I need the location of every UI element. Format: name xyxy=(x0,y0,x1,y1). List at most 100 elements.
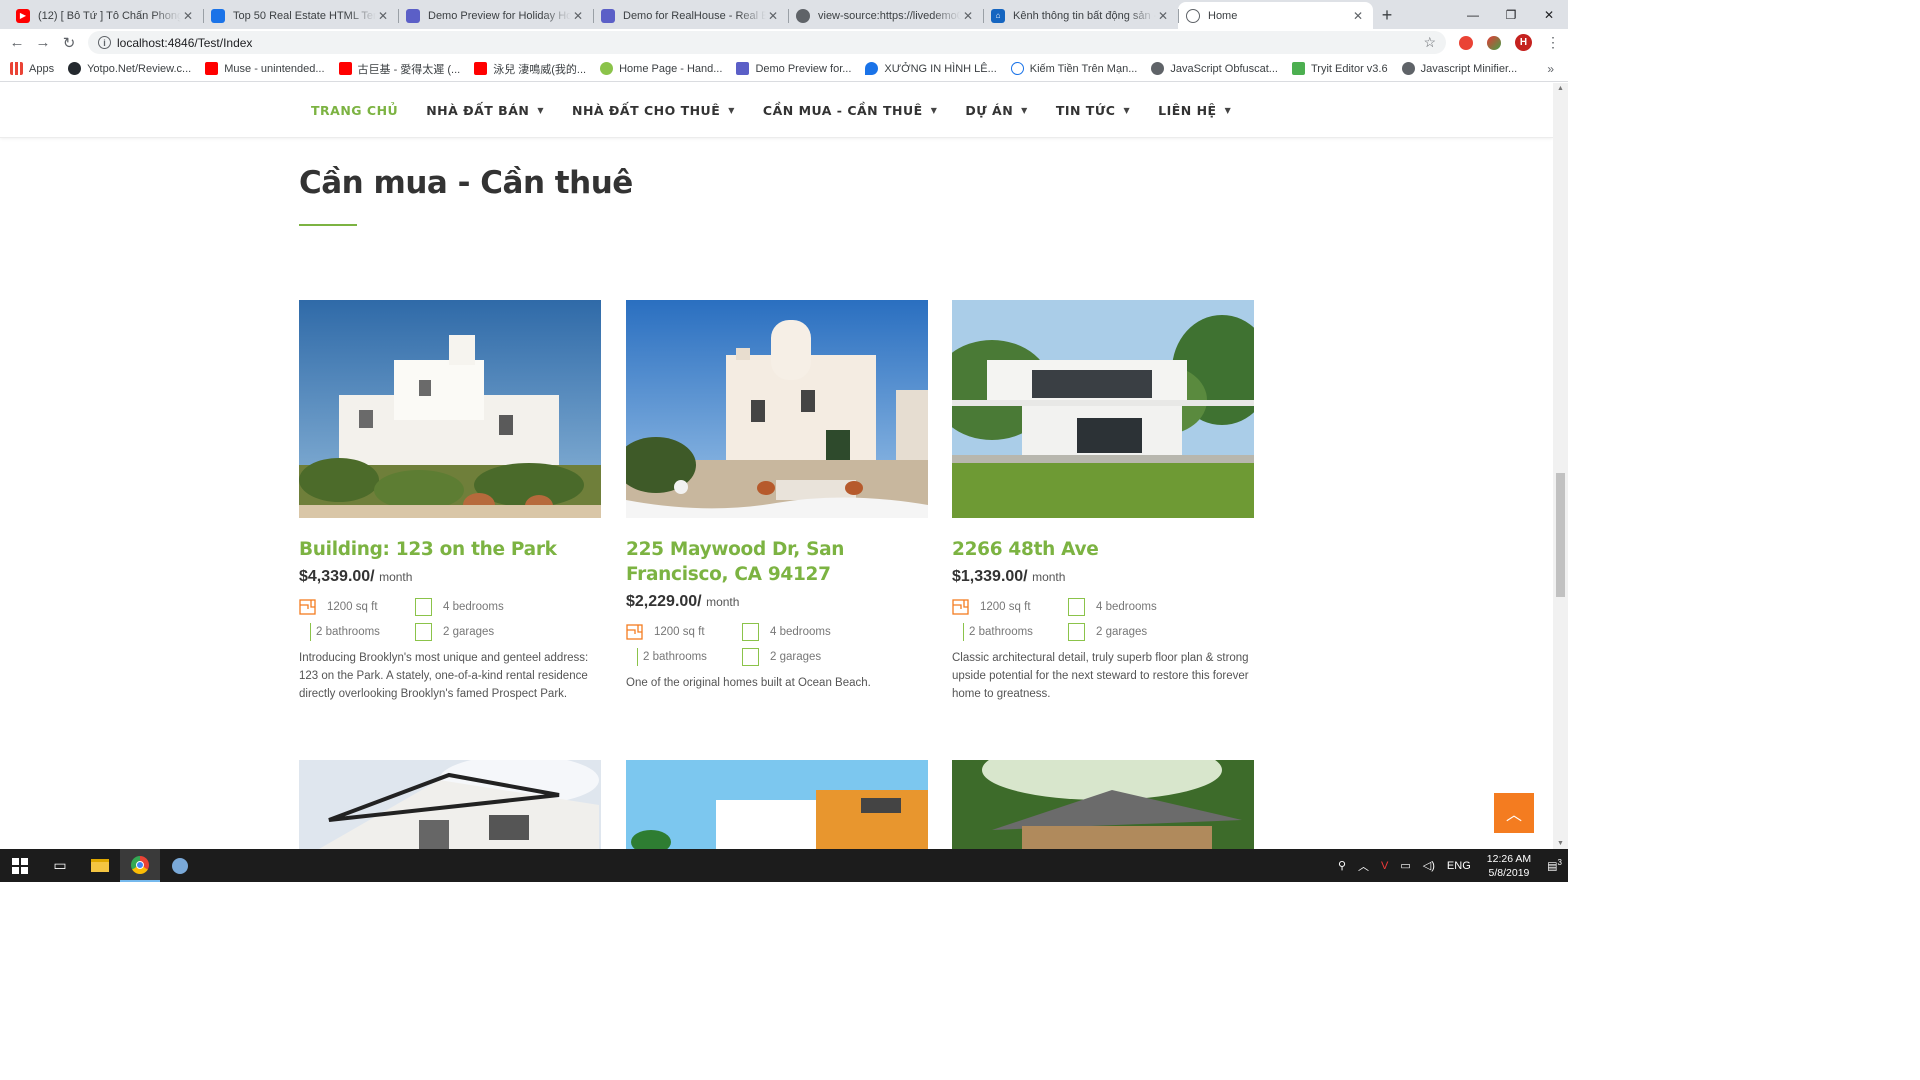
bookmark-item[interactable]: JavaScript Obfuscat... xyxy=(1151,62,1278,75)
clock-date: 5/8/2019 xyxy=(1488,866,1530,879)
chevron-down-icon: ▼ xyxy=(728,105,735,115)
scroll-down-arrow-icon[interactable]: ▼ xyxy=(1553,840,1568,847)
forward-icon[interactable]: → xyxy=(30,34,56,51)
browser-tab[interactable]: view-source:https://livedemo00.t ✕ xyxy=(788,2,983,29)
bookmark-item[interactable]: 泳兒 淒鳴威(我的... xyxy=(474,61,586,77)
feature-label: 2 garages xyxy=(1096,625,1148,638)
chevron-up-icon[interactable]: ︿ xyxy=(1358,858,1369,874)
url-text[interactable]: localhost:4846/Test/Index xyxy=(117,36,252,50)
file-explorer-icon[interactable] xyxy=(80,849,120,882)
new-tab-button[interactable]: + xyxy=(1373,2,1401,29)
bookmark-item[interactable]: Kiếm Tiền Trên Mạn... xyxy=(1010,62,1137,75)
bookmark-item[interactable]: 古巨基 - 愛得太遲 (... xyxy=(338,61,460,77)
browser-tab[interactable]: Top 50 Real Estate HTML Templat ✕ xyxy=(203,2,398,29)
bookmark-item[interactable]: Muse - unintended... xyxy=(205,62,325,75)
address-bar[interactable]: i localhost:4846/Test/Index ☆ xyxy=(88,31,1446,54)
globe-icon xyxy=(796,8,810,23)
globe-icon xyxy=(1401,62,1415,75)
bookmark-item[interactable]: Demo Preview for... xyxy=(736,62,851,75)
clock[interactable]: 12:26 AM 5/8/2019 xyxy=(1487,852,1531,880)
nav-label: TIN TỨC xyxy=(1055,102,1116,118)
star-icon[interactable]: ☆ xyxy=(1423,34,1436,51)
vivaldi-icon[interactable]: V xyxy=(1381,860,1388,872)
browser-tab[interactable]: ⌂ Kênh thông tin bất động sản - M ✕ xyxy=(983,2,1178,29)
close-icon[interactable]: ✕ xyxy=(1156,9,1170,23)
listing-photo[interactable] xyxy=(626,760,928,849)
nav-item-for-sale[interactable]: NHÀ ĐẤT BÁN ▼ xyxy=(426,103,544,118)
browser-tab[interactable]: Demo Preview for Holiday Home ✕ xyxy=(398,2,593,29)
listing-photo[interactable] xyxy=(626,300,928,518)
close-icon[interactable]: ✕ xyxy=(571,9,585,23)
listing-title[interactable]: 225 Maywood Dr, San Francisco, CA 94127 xyxy=(626,537,928,587)
listing-photo[interactable] xyxy=(952,300,1254,518)
extension-icon[interactable] xyxy=(1487,35,1501,50)
nav-item-home[interactable]: TRANG CHỦ xyxy=(311,103,398,118)
chrome-icon[interactable] xyxy=(120,849,160,882)
volume-icon[interactable]: ◁) xyxy=(1423,859,1435,872)
listing-title[interactable]: 2266 48th Ave xyxy=(952,537,1254,562)
close-icon[interactable]: ✕ xyxy=(961,9,975,23)
close-icon[interactable]: ✕ xyxy=(1351,9,1365,23)
bookmark-label: XƯỞNG IN HÌNH LÊ... xyxy=(884,62,997,75)
scroll-to-top-button[interactable]: ︿ xyxy=(1494,793,1534,833)
nav-item-wanted[interactable]: CẦN MUA - CẦN THUÊ ▼ xyxy=(763,103,937,118)
notification-icon[interactable]: ▤3 xyxy=(1547,858,1562,873)
close-icon[interactable]: ✕ xyxy=(766,9,780,23)
menu-icon[interactable]: ⋮ xyxy=(1546,34,1560,51)
minimize-icon[interactable]: — xyxy=(1454,0,1492,29)
nav-item-for-rent[interactable]: NHÀ ĐẤT CHO THUÊ ▼ xyxy=(572,103,735,118)
listing-photo[interactable] xyxy=(299,760,601,849)
start-button[interactable] xyxy=(0,849,40,882)
task-view-icon[interactable]: ▭ xyxy=(40,849,80,882)
browser-toolbar: ← → ↻ i localhost:4846/Test/Index ☆ H ⋮ xyxy=(0,29,1568,56)
language-indicator[interactable]: ENG xyxy=(1447,860,1471,872)
bookmark-item[interactable]: Apps xyxy=(10,62,54,75)
nav-label: NHÀ ĐẤT BÁN xyxy=(426,102,530,118)
nav-item-news[interactable]: TIN TỨC ▼ xyxy=(1056,103,1130,118)
scroll-up-arrow-icon[interactable]: ▲ xyxy=(1553,85,1568,92)
bookmark-item[interactable]: Tryit Editor v3.6 xyxy=(1291,62,1388,75)
restore-icon[interactable]: ❐ xyxy=(1492,0,1530,29)
close-icon[interactable]: ✕ xyxy=(376,9,390,23)
browser-tab[interactable]: Demo for RealHouse - Real Estat ✕ xyxy=(593,2,788,29)
close-window-icon[interactable]: ✕ xyxy=(1530,0,1568,29)
feature-garages: 2 garages xyxy=(1068,622,1198,641)
info-icon[interactable]: i xyxy=(98,36,111,49)
bookmark-label: Javascript Minifier... xyxy=(1420,62,1518,75)
template-icon xyxy=(211,8,225,23)
nav-item-contact[interactable]: LIÊN HỆ ▼ xyxy=(1158,103,1231,118)
bookmark-item[interactable]: XƯỞNG IN HÌNH LÊ... xyxy=(865,62,997,75)
more-bookmarks-icon[interactable]: » xyxy=(1547,62,1554,76)
page-scrollbar[interactable]: ▲ ▼ xyxy=(1553,83,1568,849)
network-icon[interactable]: ▭ xyxy=(1400,859,1410,872)
bookmark-item[interactable]: Yotpo.Net/Review.c... xyxy=(68,62,191,75)
listing-photo[interactable] xyxy=(952,760,1254,849)
close-icon[interactable]: ✕ xyxy=(181,9,195,23)
listing-description: Classic architectural detail, truly supe… xyxy=(952,652,1249,700)
avatar[interactable]: H xyxy=(1515,34,1532,51)
garage-icon xyxy=(415,622,432,641)
title-underline xyxy=(299,224,357,226)
listing-price: $1,339.00/ month xyxy=(952,568,1254,586)
people-icon[interactable]: ⚲ xyxy=(1338,859,1346,872)
reload-icon[interactable]: ↻ xyxy=(56,34,82,52)
youtube-icon: ▶ xyxy=(16,8,30,23)
feature-bathrooms: 2 bathrooms xyxy=(299,622,415,641)
listing-title[interactable]: Building: 123 on the Park xyxy=(299,537,601,562)
nav-item-projects[interactable]: DỰ ÁN ▼ xyxy=(965,103,1027,118)
chevron-down-icon: ▼ xyxy=(537,105,544,115)
browser-tab-active[interactable]: Home ✕ xyxy=(1178,2,1373,29)
feature-bedrooms: 4 bedrooms xyxy=(742,622,872,641)
scrollbar-thumb[interactable] xyxy=(1556,473,1565,597)
back-icon[interactable]: ← xyxy=(4,34,30,51)
listing-photo[interactable] xyxy=(299,300,601,518)
app-icon[interactable] xyxy=(160,849,200,882)
listing-description: Introducing Brooklyn's most unique and g… xyxy=(299,652,589,700)
browser-tab[interactable]: ▶ (12) [ Bô Tứ ] Tô Chấn Phong | Jin ✕ xyxy=(8,2,203,29)
floorplan-icon xyxy=(952,598,969,615)
bookmark-item[interactable]: Javascript Minifier... xyxy=(1401,62,1518,75)
bookmark-item[interactable]: Home Page - Hand... xyxy=(600,62,722,75)
extension-icon[interactable] xyxy=(1459,35,1473,50)
feature-bathrooms: 2 bathrooms xyxy=(952,622,1068,641)
bookmark-label: Demo Preview for... xyxy=(755,62,852,75)
